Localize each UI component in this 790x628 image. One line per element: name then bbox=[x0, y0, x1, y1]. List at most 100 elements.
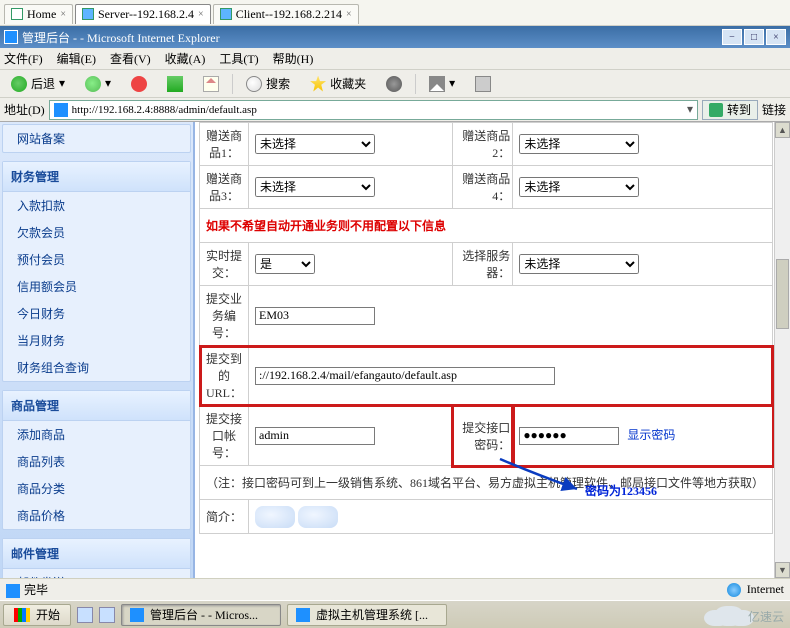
bizno-input[interactable] bbox=[255, 307, 375, 325]
tab-label: Client--192.168.2.214 bbox=[236, 7, 342, 22]
quicklaunch-icon[interactable] bbox=[77, 607, 93, 623]
page-icon bbox=[6, 584, 20, 598]
config-notice: 如果不希望自动开通业务则不用配置以下信息 bbox=[200, 209, 773, 243]
acct-input[interactable] bbox=[255, 427, 375, 445]
show-password-link[interactable]: 显示密码 bbox=[627, 428, 675, 442]
close-icon[interactable]: × bbox=[346, 9, 352, 20]
sidebar-item[interactable]: 商品分类 bbox=[3, 475, 190, 502]
tab-client[interactable]: Client--192.168.2.214 × bbox=[213, 4, 359, 24]
task-item[interactable]: 虚拟主机管理系统 [... bbox=[287, 604, 447, 626]
sidebar-item[interactable]: 邮件发送 bbox=[3, 569, 190, 578]
sidebar-item[interactable]: 商品列表 bbox=[3, 448, 190, 475]
forward-button[interactable]: ▾ bbox=[78, 73, 118, 95]
scroll-thumb[interactable] bbox=[776, 259, 789, 329]
internet-zone-icon bbox=[727, 583, 741, 597]
dropdown-icon[interactable]: ▾ bbox=[683, 102, 697, 117]
sidebar-header[interactable]: 财务管理 bbox=[3, 162, 190, 192]
url-input[interactable] bbox=[255, 367, 555, 385]
home-button[interactable] bbox=[196, 73, 226, 95]
page-content: 网站备案 财务管理 入款扣款 欠款会员 预付会员 信用额会员 今日财务 当月财务… bbox=[0, 122, 790, 578]
acct-label: 提交接口帐号： bbox=[200, 406, 249, 466]
ie-icon bbox=[4, 30, 18, 44]
menu-help[interactable]: 帮助(H) bbox=[273, 50, 314, 67]
menu-file[interactable]: 文件(F) bbox=[4, 50, 43, 67]
back-button[interactable]: 后退 ▾ bbox=[4, 73, 72, 95]
sidebar-item[interactable]: 今日财务 bbox=[3, 300, 190, 327]
password-annotation: 密码为123456 bbox=[585, 482, 657, 499]
sidebar-header[interactable]: 邮件管理 bbox=[3, 539, 190, 569]
toolbar: 后退 ▾ ▾ 搜索 收藏夹 ▾ bbox=[0, 70, 790, 98]
realtime-select[interactable]: 是 bbox=[255, 254, 315, 274]
refresh-button[interactable] bbox=[160, 73, 190, 95]
task-item[interactable]: 管理后台 - - Micros... bbox=[121, 604, 281, 626]
gift1-label: 赠送商品1： bbox=[200, 123, 249, 166]
address-input[interactable] bbox=[72, 101, 683, 119]
print-button[interactable] bbox=[468, 73, 498, 95]
close-icon[interactable]: × bbox=[60, 9, 66, 20]
links-button[interactable]: 链接 bbox=[762, 101, 786, 118]
mail-button[interactable]: ▾ bbox=[422, 73, 462, 95]
sidebar-item[interactable]: 欠款会员 bbox=[3, 219, 190, 246]
stop-icon bbox=[131, 76, 147, 92]
menu-tools[interactable]: 工具(T) bbox=[219, 50, 258, 67]
sidebar-item[interactable]: 财务组合查询 bbox=[3, 354, 190, 381]
go-button[interactable]: 转到 bbox=[702, 100, 758, 120]
search-button[interactable]: 搜索 bbox=[239, 73, 297, 95]
history-icon bbox=[386, 76, 402, 92]
quicklaunch-icon[interactable] bbox=[99, 607, 115, 623]
gift2-label: 赠送商品2： bbox=[453, 123, 513, 166]
close-icon[interactable]: × bbox=[198, 9, 204, 20]
minimize-button[interactable]: − bbox=[722, 29, 742, 45]
main-pane: 赠送商品1： 未选择 赠送商品2： 未选择 赠送商品3： 未选择 赠送商品4： … bbox=[195, 122, 790, 578]
server-select[interactable]: 未选择 bbox=[519, 254, 639, 274]
start-button[interactable]: 开始 bbox=[3, 604, 71, 626]
menu-fav[interactable]: 收藏(A) bbox=[165, 50, 206, 67]
stop-button[interactable] bbox=[124, 73, 154, 95]
windows-flag-icon bbox=[764, 50, 786, 68]
print-icon bbox=[475, 76, 491, 92]
brief-label: 简介： bbox=[200, 500, 249, 534]
go-icon bbox=[709, 103, 723, 117]
maximize-button[interactable]: □ bbox=[744, 29, 764, 45]
vertical-scrollbar[interactable]: ▲ ▼ bbox=[774, 122, 790, 578]
app-icon bbox=[296, 608, 310, 622]
tab-server[interactable]: Server--192.168.2.4 × bbox=[75, 4, 211, 24]
sidebar-item[interactable]: 入款扣款 bbox=[3, 192, 190, 219]
statusbar: 完毕 Internet bbox=[0, 578, 790, 600]
sidebar-item[interactable]: 商品价格 bbox=[3, 502, 190, 529]
address-field[interactable]: ▾ bbox=[49, 100, 698, 120]
bizno-label: 提交业务编号： bbox=[200, 286, 249, 346]
globe-icon bbox=[220, 8, 232, 20]
sidebar-item[interactable]: 网站备案 bbox=[3, 125, 190, 152]
windows-icon bbox=[14, 608, 30, 622]
menu-view[interactable]: 查看(V) bbox=[110, 50, 151, 67]
scroll-up-button[interactable]: ▲ bbox=[775, 122, 790, 138]
gift2-select[interactable]: 未选择 bbox=[519, 134, 639, 154]
search-icon bbox=[246, 76, 262, 92]
sidebar-item[interactable]: 当月财务 bbox=[3, 327, 190, 354]
tab-label: Server--192.168.2.4 bbox=[98, 7, 194, 22]
favorites-button[interactable]: 收藏夹 bbox=[303, 73, 373, 95]
gift3-select[interactable]: 未选择 bbox=[255, 177, 375, 197]
gift4-select[interactable]: 未选择 bbox=[519, 177, 639, 197]
pwd-input[interactable] bbox=[519, 427, 619, 445]
star-icon bbox=[310, 76, 326, 92]
history-button[interactable] bbox=[379, 73, 409, 95]
scroll-down-button[interactable]: ▼ bbox=[775, 562, 790, 578]
mail-icon bbox=[429, 76, 445, 92]
tab-home[interactable]: Home × bbox=[4, 4, 73, 24]
sidebar: 网站备案 财务管理 入款扣款 欠款会员 预付会员 信用额会员 今日财务 当月财务… bbox=[0, 122, 195, 578]
sidebar-item[interactable]: 信用额会员 bbox=[3, 273, 190, 300]
globe-icon bbox=[82, 8, 94, 20]
sidebar-group-mail: 邮件管理 邮件发送 邮件模板 业务过期通知 bbox=[2, 538, 191, 578]
sidebar-item[interactable]: 预付会员 bbox=[3, 246, 190, 273]
sidebar-header[interactable]: 商品管理 bbox=[3, 391, 190, 421]
close-button[interactable]: × bbox=[766, 29, 786, 45]
sidebar-group-top: 网站备案 bbox=[2, 124, 191, 153]
menubar: 文件(F) 编辑(E) 查看(V) 收藏(A) 工具(T) 帮助(H) bbox=[0, 48, 790, 70]
gift1-select[interactable]: 未选择 bbox=[255, 134, 375, 154]
address-bar: 地址(D) ▾ 转到 链接 bbox=[0, 98, 790, 122]
sidebar-item[interactable]: 添加商品 bbox=[3, 421, 190, 448]
menu-edit[interactable]: 编辑(E) bbox=[57, 50, 96, 67]
sidebar-group-product: 商品管理 添加商品 商品列表 商品分类 商品价格 bbox=[2, 390, 191, 530]
